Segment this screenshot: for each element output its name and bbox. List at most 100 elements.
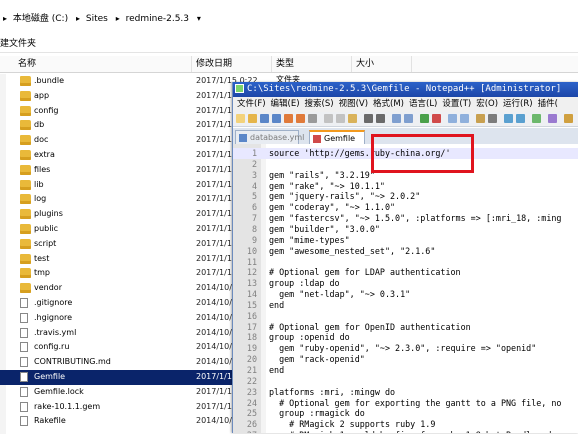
code-text: gem "builder", "3.0.0"	[269, 223, 380, 234]
close-all-icon[interactable]	[296, 114, 305, 123]
column-name[interactable]: 名称	[0, 56, 192, 72]
file-icon	[20, 342, 28, 353]
file-name: vendor	[34, 283, 62, 293]
code-text: gem "ruby-openid", "~> 2.3.0", :require …	[269, 343, 537, 354]
folder-icon	[20, 194, 31, 205]
file-name: tmp	[34, 268, 51, 278]
menu-item[interactable]: 语言(L)	[408, 97, 438, 112]
file-date: 2017/1/15	[196, 105, 238, 115]
save-icon[interactable]	[260, 114, 269, 123]
folder-icon	[20, 120, 31, 131]
file-name: .hgignore	[34, 312, 72, 322]
modified-file-icon	[313, 135, 321, 143]
line-number: 11	[246, 256, 257, 267]
indent-guide-icon[interactable]	[488, 114, 497, 123]
menu-item[interactable]: 运行(R)	[502, 97, 534, 112]
show-all-chars-icon[interactable]	[476, 114, 485, 123]
code-line: 6 gem "coderay", "~> 1.1.0"	[233, 202, 578, 213]
plugin-icon[interactable]	[564, 114, 573, 123]
print-icon[interactable]	[308, 114, 317, 123]
replace-icon[interactable]	[404, 114, 413, 123]
code-text: gem "net-ldap", "~> 0.3.1"	[269, 289, 411, 300]
address-bar[interactable]: ▸ 本地磁盘 (C:) ▸ Sites ▸ redmine-2.5.3 ▾	[0, 10, 578, 28]
column-date[interactable]: 修改日期	[192, 56, 272, 72]
folder-icon	[20, 253, 31, 264]
macro-play-icon[interactable]	[532, 114, 541, 123]
menu-item[interactable]: 格式(M)	[372, 97, 405, 112]
menu-item[interactable]: 视图(V)	[338, 97, 369, 112]
menu-item[interactable]: 文件(F)	[236, 97, 267, 112]
chevron-down-icon[interactable]: ▾	[197, 10, 201, 28]
zoom-out-icon[interactable]	[432, 114, 441, 123]
paste-icon[interactable]	[348, 114, 357, 123]
zoom-in-icon[interactable]	[420, 114, 429, 123]
menu-item[interactable]: 宏(O)	[475, 97, 499, 112]
line-number: 17	[246, 321, 257, 332]
code-line: 20 gem "rack-openid"	[233, 354, 578, 365]
chevron-right-icon: ▸	[3, 14, 8, 23]
line-number: 20	[246, 354, 257, 365]
code-editor[interactable]: 1 source 'http://gems.ruby-china.org/' 2 3 g…	[233, 144, 578, 433]
line-number: 21	[246, 365, 257, 375]
line-number: 3	[251, 169, 257, 180]
find-icon[interactable]	[392, 114, 401, 123]
line-number: 1	[251, 148, 257, 158]
tab-database-yml[interactable]: database.yml	[235, 130, 304, 144]
copy-icon[interactable]	[336, 114, 345, 123]
code-text: end	[269, 299, 285, 310]
code-line: 24 # Optional gem for exporting the gant…	[233, 398, 578, 409]
code-line: 7 gem "fastercsv", "~> 1.5.0", :platforms…	[233, 213, 578, 224]
code-line: 16	[233, 311, 578, 322]
macro-record-icon[interactable]	[504, 114, 513, 123]
menu-item[interactable]: 编辑(E)	[270, 97, 301, 112]
tab-label: database.yml	[250, 133, 305, 142]
open-file-icon[interactable]	[248, 114, 257, 123]
file-name: CONTRIBUTING.md	[34, 357, 111, 367]
code-text: gem "fastercsv", "~> 1.5.0", :platforms …	[269, 213, 562, 224]
close-file-icon[interactable]	[284, 114, 293, 123]
column-type[interactable]: 类型	[272, 56, 352, 72]
column-headers: 名称 修改日期 类型 大小	[0, 56, 578, 73]
save-all-icon[interactable]	[272, 114, 281, 123]
sync-scroll-icon[interactable]	[448, 114, 457, 123]
line-number: 19	[246, 343, 257, 354]
file-date: 2017/1/14	[196, 179, 238, 189]
window-title-bar[interactable]: C:\Sites\redmine-2.5.3\Gemfile - Notepad…	[233, 82, 578, 97]
new-file-icon[interactable]	[236, 114, 245, 123]
code-line: 4 gem "rake", "~> 10.1.1"	[233, 181, 578, 192]
breadcrumb-redmine[interactable]: redmine-2.5.3	[126, 10, 189, 28]
line-number: 4	[251, 180, 257, 191]
file-date: 2017/1/15	[196, 371, 238, 381]
folder-icon	[20, 164, 31, 175]
line-number: 25	[246, 408, 257, 419]
menu-item[interactable]: 插件(	[537, 97, 559, 112]
run-icon[interactable]	[548, 114, 557, 123]
code-text: gem "awesome_nested_set", "2.1.6"	[269, 245, 436, 256]
code-line: 26 # RMagick 2 supports ruby 1.9	[233, 419, 578, 430]
undo-icon[interactable]	[364, 114, 373, 123]
file-name: config.ru	[34, 342, 70, 352]
code-text: # Optional gem for exporting the gantt t…	[269, 397, 562, 408]
folder-icon	[20, 105, 31, 116]
line-number: 22	[246, 375, 257, 386]
macro-stop-icon[interactable]	[516, 114, 525, 123]
file-name: .travis.yml	[34, 327, 77, 337]
file-date: 2014/10/2	[196, 416, 238, 426]
line-number: 23	[246, 386, 257, 397]
code-line: 19 gem "ruby-openid", "~> 2.3.0", :requi…	[233, 343, 578, 354]
column-size[interactable]: 大小	[352, 56, 412, 72]
breadcrumb-sites[interactable]: Sites	[86, 10, 108, 28]
word-wrap-icon[interactable]	[460, 114, 469, 123]
code-line: 15 end	[233, 300, 578, 311]
breadcrumb-drive[interactable]: 本地磁盘 (C:)	[13, 10, 68, 28]
file-date: 2017/1/14	[196, 164, 238, 174]
code-line: 9 gem "mime-types"	[233, 235, 578, 246]
file-name: Gemfile	[34, 371, 66, 381]
menu-bar: 文件(F) 编辑(E) 搜索(S) 视图(V) 格式(M) 语言(L) 设置(T) 宏(O) 运…	[233, 97, 578, 112]
menu-item[interactable]: 搜索(S)	[304, 97, 335, 112]
redo-icon[interactable]	[376, 114, 385, 123]
cut-icon[interactable]	[324, 114, 333, 123]
tab-gemfile[interactable]: Gemfile	[309, 130, 365, 144]
menu-item[interactable]: 设置(T)	[441, 97, 472, 112]
new-folder-button[interactable]: 建文件夹	[0, 39, 36, 49]
